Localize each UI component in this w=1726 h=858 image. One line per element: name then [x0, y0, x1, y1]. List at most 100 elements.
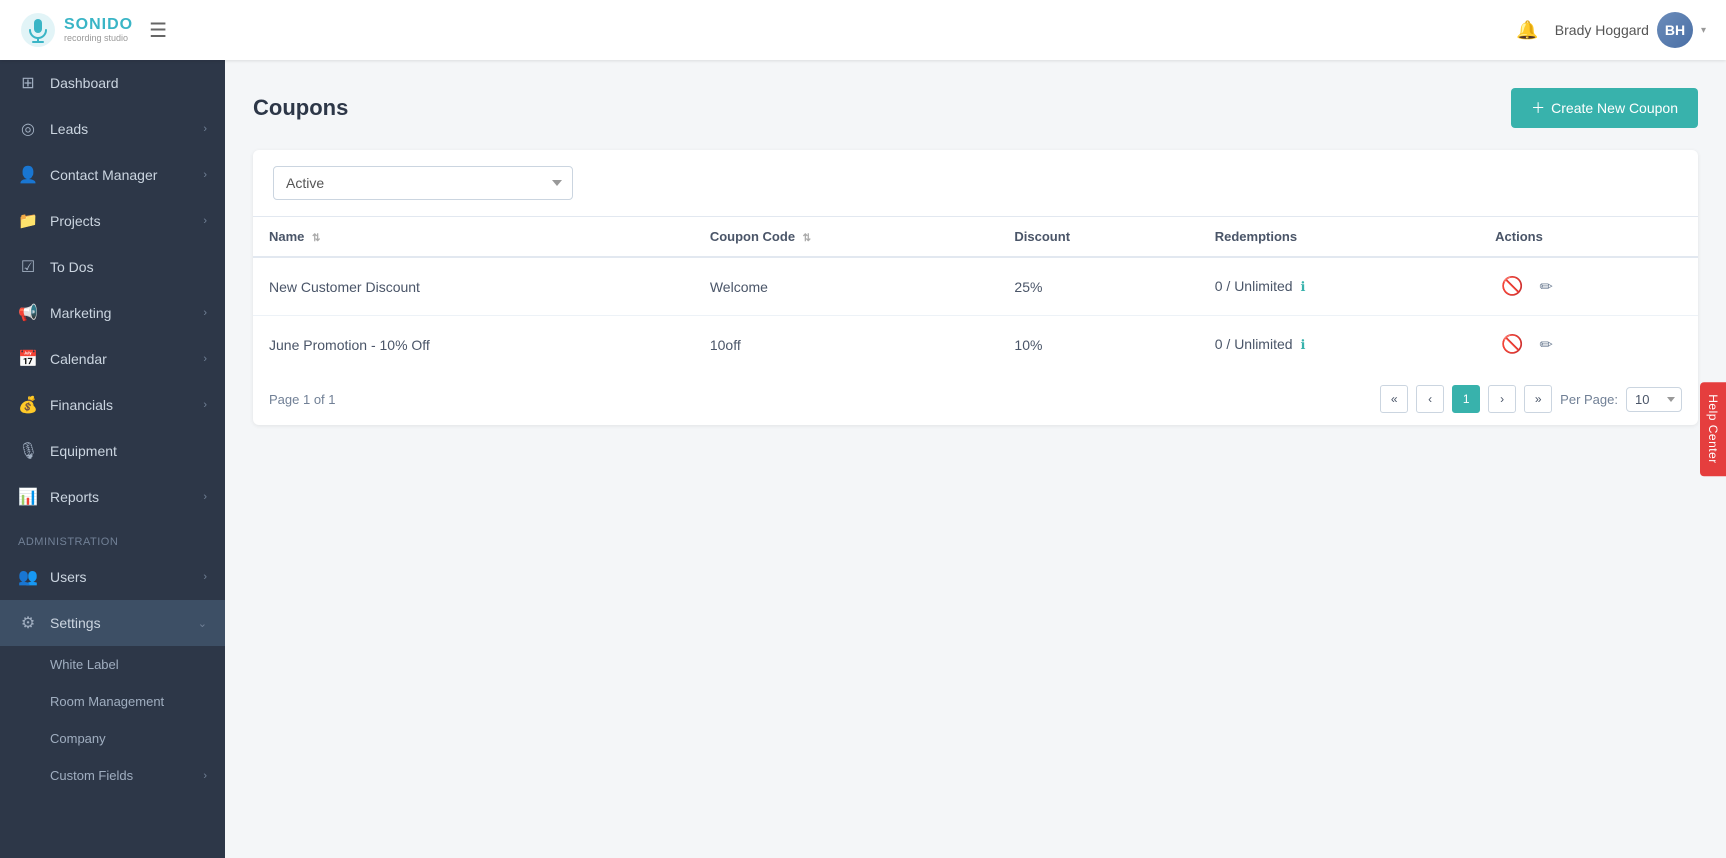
create-new-coupon-button[interactable]: ＋ Create New Coupon	[1511, 88, 1698, 128]
avatar: BH	[1657, 12, 1693, 48]
chevron-right-icon: ›	[203, 399, 207, 411]
header-right: 🔔 Brady Hoggard BH ▾	[1516, 12, 1706, 48]
sidebar-item-todos[interactable]: ☑ To Dos	[0, 244, 225, 290]
sidebar-item-label: Contact Manager	[50, 167, 157, 183]
sidebar-item-settings[interactable]: ⚙ Settings ⌄	[0, 600, 225, 646]
cell-actions: 🚫 ✏	[1479, 257, 1698, 316]
next-page-button[interactable]: ›	[1488, 385, 1516, 413]
sidebar-sub-item-label: Custom Fields	[50, 768, 133, 783]
chevron-right-icon: ›	[203, 770, 207, 782]
page-header: Coupons ＋ Create New Coupon	[253, 88, 1698, 128]
sidebar-item-users[interactable]: 👥 Users ›	[0, 554, 225, 600]
info-icon[interactable]: ℹ	[1300, 337, 1305, 352]
content: Coupons ＋ Create New Coupon Active Inact…	[225, 60, 1726, 858]
sidebar-item-calendar[interactable]: 📅 Calendar ›	[0, 336, 225, 382]
sidebar-item-marketing[interactable]: 📢 Marketing ›	[0, 290, 225, 336]
logo-text: SONIDO recording studio	[64, 16, 133, 43]
chevron-right-icon: ›	[203, 169, 207, 181]
last-page-button[interactable]: »	[1524, 385, 1552, 413]
chevron-right-icon: ›	[203, 491, 207, 503]
cell-coupon-code: 10off	[694, 316, 999, 374]
leads-icon: ◎	[18, 119, 38, 139]
sidebar-item-leads[interactable]: ◎ Leads ›	[0, 106, 225, 152]
col-redemptions: Redemptions	[1199, 217, 1479, 257]
sidebar-item-label: To Dos	[50, 259, 94, 275]
ban-icon: 🚫	[1501, 334, 1523, 354]
brand-name: SONIDO	[64, 16, 133, 34]
prev-page-button[interactable]: ‹	[1416, 385, 1444, 413]
sidebar-sub-item-label: Room Management	[50, 694, 164, 709]
cell-name: June Promotion - 10% Off	[253, 316, 694, 374]
edit-button[interactable]: ✏	[1533, 273, 1558, 301]
help-center-tab[interactable]: Help Center	[1700, 382, 1726, 476]
page-info: Page 1 of 1	[269, 392, 336, 407]
pagination-controls: « ‹ 1 › » Per Page: 10 25 50 100	[1380, 385, 1682, 413]
page-1-button[interactable]: 1	[1452, 385, 1480, 413]
sidebar-sub-item-label: Company	[50, 731, 106, 746]
header-left: SONIDO recording studio ☰	[20, 12, 167, 48]
sidebar-item-equipment[interactable]: 🎙 Equipment	[0, 428, 225, 474]
equipment-icon: 🎙	[18, 441, 38, 461]
per-page-select[interactable]: 10 25 50 100	[1626, 387, 1682, 412]
ban-icon: 🚫	[1501, 276, 1523, 296]
calendar-icon: 📅	[18, 349, 38, 369]
main-layout: ⊞ Dashboard ◎ Leads › 👤 Contact Manager …	[0, 60, 1726, 858]
sidebar-item-label: Equipment	[50, 443, 117, 459]
sidebar-item-reports[interactable]: 📊 Reports ›	[0, 474, 225, 520]
sidebar-item-label: Dashboard	[50, 75, 119, 91]
users-icon: 👥	[18, 567, 38, 587]
chevron-down-icon: ▾	[1701, 25, 1706, 36]
sidebar-item-contact-manager[interactable]: 👤 Contact Manager ›	[0, 152, 225, 198]
col-name: Name ⇅	[253, 217, 694, 257]
dashboard-icon: ⊞	[18, 73, 38, 93]
settings-icon: ⚙	[18, 613, 38, 633]
sidebar-item-label: Projects	[50, 213, 101, 229]
ban-button[interactable]: 🚫	[1495, 330, 1529, 359]
reports-icon: 📊	[18, 487, 38, 507]
cell-discount: 10%	[998, 316, 1198, 374]
sidebar-item-dashboard[interactable]: ⊞ Dashboard	[0, 60, 225, 106]
sidebar-sub-item-custom-fields[interactable]: Custom Fields ›	[0, 757, 225, 794]
table-header-row: Name ⇅ Coupon Code ⇅ Discount Redemption…	[253, 217, 1698, 257]
ban-button[interactable]: 🚫	[1495, 272, 1529, 301]
admin-section-label: Administration	[0, 520, 225, 554]
chevron-right-icon: ›	[203, 307, 207, 319]
sidebar-item-label: Settings	[50, 615, 101, 631]
chevron-right-icon: ›	[203, 353, 207, 365]
page-title: Coupons	[253, 95, 348, 121]
sidebar-sub-item-label: White Label	[50, 657, 119, 672]
status-filter-select[interactable]: Active Inactive All	[273, 166, 573, 200]
sidebar: ⊞ Dashboard ◎ Leads › 👤 Contact Manager …	[0, 60, 225, 858]
first-page-button[interactable]: «	[1380, 385, 1408, 413]
edit-icon: ✏	[1539, 337, 1552, 354]
chevron-right-icon: ›	[203, 215, 207, 227]
col-coupon-code: Coupon Code ⇅	[694, 217, 999, 257]
user-name: Brady Hoggard	[1555, 22, 1649, 38]
per-page-label: Per Page:	[1560, 392, 1618, 407]
sidebar-sub-item-room-management[interactable]: Room Management	[0, 683, 225, 720]
sidebar-item-label: Leads	[50, 121, 88, 137]
pagination-bar: Page 1 of 1 « ‹ 1 › » Per Page: 10 25 50…	[253, 373, 1698, 425]
cell-coupon-code: Welcome	[694, 257, 999, 316]
sort-icon: ⇅	[312, 233, 320, 244]
sidebar-item-financials[interactable]: 💰 Financials ›	[0, 382, 225, 428]
col-actions: Actions	[1479, 217, 1698, 257]
info-icon[interactable]: ℹ	[1300, 279, 1305, 294]
sidebar-item-projects[interactable]: 📁 Projects ›	[0, 198, 225, 244]
chevron-down-icon: ⌄	[198, 617, 207, 630]
notification-bell-icon[interactable]: 🔔	[1516, 20, 1538, 41]
sidebar-sub-item-company[interactable]: Company	[0, 720, 225, 757]
todos-icon: ☑	[18, 257, 38, 277]
cell-redemptions: 0 / Unlimited ℹ	[1199, 257, 1479, 316]
sidebar-sub-item-white-label[interactable]: White Label	[0, 646, 225, 683]
hamburger-icon[interactable]: ☰	[149, 18, 167, 43]
edit-icon: ✏	[1539, 279, 1552, 296]
contact-manager-icon: 👤	[18, 165, 38, 185]
financials-icon: 💰	[18, 395, 38, 415]
sidebar-item-label: Financials	[50, 397, 113, 413]
create-button-label: Create New Coupon	[1551, 100, 1678, 116]
cell-name: New Customer Discount	[253, 257, 694, 316]
table-row: June Promotion - 10% Off 10off 10% 0 / U…	[253, 316, 1698, 374]
user-area[interactable]: Brady Hoggard BH ▾	[1555, 12, 1706, 48]
edit-button[interactable]: ✏	[1533, 331, 1558, 359]
